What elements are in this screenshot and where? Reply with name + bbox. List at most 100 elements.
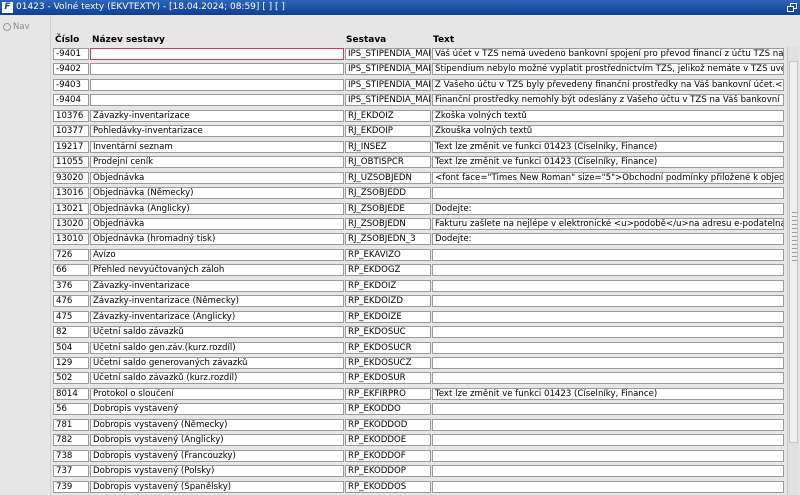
cell-cislo[interactable]: 66 bbox=[53, 264, 89, 277]
vertical-scrollbar[interactable] bbox=[787, 47, 799, 495]
cell-nazev[interactable]: Inventární seznam bbox=[90, 140, 344, 153]
cell-text[interactable]: Text lze změnit ve funkci 01423 (Číselní… bbox=[432, 140, 784, 153]
cell-text[interactable]: Dodejte: bbox=[432, 202, 784, 215]
cell-nazev[interactable]: Prodejní ceník bbox=[90, 156, 344, 169]
cell-nazev[interactable]: Objednávka bbox=[90, 217, 344, 230]
cell-cislo[interactable]: 13020 bbox=[53, 217, 89, 230]
cell-text[interactable]: Váš účet v TZS nemá uvedeno bankovní spo… bbox=[432, 48, 784, 60]
cell-text[interactable]: <font face="Times New Roman" size="5">Ob… bbox=[432, 171, 784, 184]
cell-cislo[interactable]: 737 bbox=[53, 465, 89, 478]
cell-text[interactable] bbox=[432, 248, 784, 261]
table-row[interactable]: 66 Přehled nevyúčtovaných záloh RP_EKDOGZ bbox=[53, 264, 784, 277]
cell-text[interactable] bbox=[432, 295, 784, 308]
cell-sestava[interactable]: RJ_ZSOBJEDN bbox=[345, 217, 431, 230]
cell-sestava[interactable]: RP_EKDOIZE bbox=[345, 310, 431, 323]
cell-text[interactable]: Fakturu zašlete na nejlépe v elektronick… bbox=[432, 217, 784, 230]
table-row[interactable]: 781 Dobropis vystavený (Německy) RP_EKODDO… bbox=[53, 418, 784, 431]
cell-sestava[interactable]: RJ_EKDOIZ bbox=[345, 109, 431, 122]
table-row[interactable]: 93020 Objednávka RJ_UZSOBJEDN <font face="T… bbox=[53, 171, 784, 184]
cell-nazev[interactable]: Protokol o sloučení bbox=[90, 387, 344, 400]
table-row[interactable]: 376 Závazky-inventarizace RP_EKDOIZ bbox=[53, 279, 784, 292]
cell-cislo[interactable]: 13010 bbox=[53, 233, 89, 246]
cell-nazev[interactable]: Dobropis vystavený (Francouzky) bbox=[90, 449, 344, 462]
cell-sestava[interactable]: RJ_UZSOBJEDN bbox=[345, 171, 431, 184]
cell-cislo[interactable]: 13016 bbox=[53, 187, 89, 200]
cell-cislo[interactable]: 11055 bbox=[53, 156, 89, 169]
cell-sestava[interactable]: RP_EKAVIZO bbox=[345, 248, 431, 261]
cell-cislo[interactable]: 475 bbox=[53, 310, 89, 323]
cell-nazev[interactable]: Avízo bbox=[90, 248, 344, 261]
cell-sestava[interactable]: RP_EKDOSUR bbox=[345, 372, 431, 385]
cell-nazev[interactable] bbox=[90, 78, 344, 91]
cell-text[interactable]: Text lze změnit ve funkci 01423 (Číselní… bbox=[432, 387, 784, 400]
cell-nazev[interactable] bbox=[90, 48, 344, 60]
cell-cislo[interactable]: 8014 bbox=[53, 387, 89, 400]
cell-sestava[interactable]: RP_EKODDOP bbox=[345, 465, 431, 478]
cell-sestava[interactable]: RP_EKDOIZD bbox=[345, 295, 431, 308]
cell-sestava[interactable]: RP_EKODDO bbox=[345, 403, 431, 416]
cell-nazev[interactable] bbox=[90, 63, 344, 76]
cell-sestava[interactable]: RP_EKDOGZ bbox=[345, 264, 431, 277]
cell-text[interactable]: Finanční prostředky nemohly být odeslány… bbox=[432, 94, 784, 107]
cell-cislo[interactable]: 781 bbox=[53, 418, 89, 431]
cell-nazev[interactable]: Účetní saldo závazků bbox=[90, 326, 344, 339]
cell-sestava[interactable]: IPS_STIPENDIA_MAIL bbox=[345, 48, 431, 60]
column-header-text[interactable]: Text bbox=[433, 35, 454, 45]
cell-nazev[interactable]: Objednávka bbox=[90, 171, 344, 184]
table-row[interactable]: 737 Dobropis vystavený (Polsky) RP_EKODDOP bbox=[53, 465, 784, 478]
cell-text[interactable] bbox=[432, 264, 784, 277]
cell-nazev[interactable]: Dobropis vystavený (Anglicky) bbox=[90, 434, 344, 447]
cell-cislo[interactable]: 726 bbox=[53, 248, 89, 261]
cell-text[interactable] bbox=[432, 341, 784, 354]
table-row[interactable]: 82 Účetní saldo závazků RP_EKDOSUC bbox=[53, 326, 784, 339]
cell-cislo[interactable]: -9404 bbox=[53, 94, 89, 107]
cell-cislo[interactable]: -9401 bbox=[53, 48, 89, 60]
cell-cislo[interactable]: 129 bbox=[53, 357, 89, 369]
cell-nazev[interactable]: Závazky-inventarizace (Německy) bbox=[90, 295, 344, 308]
cell-text[interactable]: Zkoška volných textů bbox=[432, 109, 784, 122]
column-header-cislo[interactable]: Číslo bbox=[55, 35, 79, 45]
cell-cislo[interactable]: 10377 bbox=[53, 125, 89, 138]
table-row[interactable]: 502 Účetní saldo závazků (kurz.rozdíl) RP_… bbox=[53, 372, 784, 385]
cell-text[interactable]: Zkouška volných textů bbox=[432, 125, 784, 138]
table-row[interactable]: 10377 Pohledávky-inventarizace RJ_EKDOIP Zk… bbox=[53, 125, 784, 138]
cell-nazev[interactable] bbox=[90, 94, 344, 107]
cell-sestava[interactable]: RP_EKDOSUCR bbox=[345, 341, 431, 354]
cell-cislo[interactable]: 19217 bbox=[53, 140, 89, 153]
cell-sestava[interactable]: RP_EKDOSUC bbox=[345, 326, 431, 339]
cell-text[interactable] bbox=[432, 326, 784, 339]
cell-nazev[interactable]: Účetní saldo gen.záv.(kurz.rozdíl) bbox=[90, 341, 344, 354]
cell-cislo[interactable]: 56 bbox=[53, 403, 89, 416]
cell-sestava[interactable]: RP_EKODDOF bbox=[345, 449, 431, 462]
table-row[interactable]: 56 Dobropis vystavený RP_EKODDO bbox=[53, 403, 784, 416]
cell-cislo[interactable]: 82 bbox=[53, 326, 89, 339]
cell-cislo[interactable]: 738 bbox=[53, 449, 89, 462]
table-row[interactable]: -9404 IPS_STIPENDIA_MAIL Finanční prostřed… bbox=[53, 94, 784, 107]
cell-nazev[interactable]: Dobropis vystavený (Polsky) bbox=[90, 465, 344, 478]
table-row[interactable]: 13016 Objednávka (Německy) RJ_ZSOBJEDD bbox=[53, 187, 784, 200]
cell-nazev[interactable]: Účetní saldo generovaných závazků bbox=[90, 357, 344, 369]
cell-text[interactable] bbox=[432, 279, 784, 292]
cell-text[interactable] bbox=[432, 465, 784, 478]
cell-text[interactable] bbox=[432, 403, 784, 416]
table-row[interactable]: 13010 Objednávka (hromadný tisk) RJ_ZSOBJE… bbox=[53, 233, 784, 246]
cell-text[interactable] bbox=[432, 480, 784, 493]
table-row[interactable]: 738 Dobropis vystavený (Francouzky) RP_EKO… bbox=[53, 449, 784, 462]
cell-cislo[interactable]: 504 bbox=[53, 341, 89, 354]
cell-text[interactable] bbox=[432, 310, 784, 323]
cell-text[interactable] bbox=[432, 449, 784, 462]
cell-cislo[interactable]: 376 bbox=[53, 279, 89, 292]
table-row[interactable]: -9402 IPS_STIPENDIA_MAIL Stipendium nebylo… bbox=[53, 63, 784, 76]
cell-cislo[interactable]: -9402 bbox=[53, 63, 89, 76]
cell-nazev[interactable]: Objednávka (Anglicky) bbox=[90, 202, 344, 215]
cell-text[interactable]: Dodejte: bbox=[432, 233, 784, 246]
table-row[interactable]: 8014 Protokol o sloučení RP_EKFIRPRO Text l… bbox=[53, 387, 784, 400]
cell-nazev[interactable]: Objednávka (Německy) bbox=[90, 187, 344, 200]
cell-sestava[interactable]: IPS_STIPENDIA_MAIL bbox=[345, 63, 431, 76]
cell-sestava[interactable]: IPS_STIPENDIA_MAIL bbox=[345, 94, 431, 107]
cell-nazev[interactable]: Dobropis vystavený (Španělsky) bbox=[90, 480, 344, 493]
table-row[interactable]: 504 Účetní saldo gen.záv.(kurz.rozdíl) RP_… bbox=[53, 341, 784, 354]
cell-cislo[interactable]: 782 bbox=[53, 434, 89, 447]
cell-nazev[interactable]: Dobropis vystavený bbox=[90, 403, 344, 416]
cell-text[interactable]: Text lze změnit ve funkci 01423 (Číselní… bbox=[432, 156, 784, 169]
